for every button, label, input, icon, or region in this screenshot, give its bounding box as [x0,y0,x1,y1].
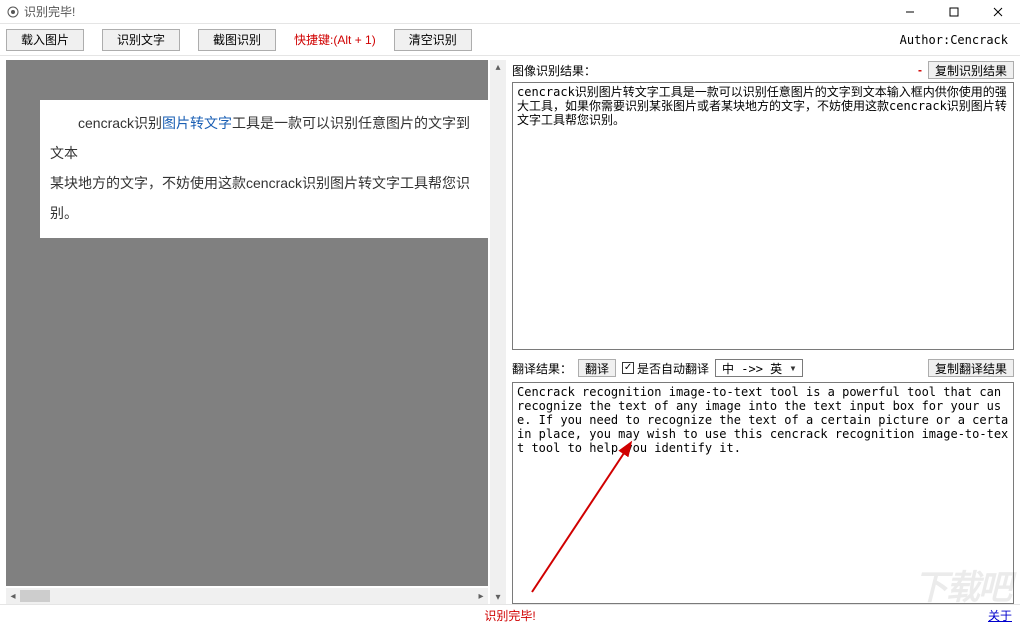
scroll-up-arrow-icon[interactable]: ▴ [490,60,506,74]
minimize-button[interactable] [888,0,932,24]
horizontal-scrollbar[interactable]: ◂ ▸ [6,588,488,604]
statusbar: 识别完毕! 关于 [0,604,1020,625]
screenshot-recognize-button[interactable]: 截图识别 [198,29,276,51]
translation-textarea[interactable] [512,382,1014,604]
clear-recognition-button[interactable]: 清空识别 [394,29,472,51]
scroll-down-arrow-icon[interactable]: ▾ [490,590,506,604]
app-icon [6,5,20,19]
scroll-thumb[interactable] [20,590,50,602]
preview-line2: 某块地方的文字，不妨使用这款cencrack识别图片转文字工具帮您识别。 [50,168,480,228]
translate-direction-value: 中 ->> 英 [722,360,782,377]
preview-line1-link: 图片转文字 [162,115,232,131]
copy-translation-button[interactable]: 复制翻译结果 [928,359,1014,377]
status-message: 识别完毕! [484,607,535,624]
close-button[interactable] [976,0,1020,24]
toolbar: 载入图片 识别文字 截图识别 快捷键:(Alt + 1) 清空识别 Author… [0,24,1020,56]
checkbox-box-icon: ✓ [622,362,634,374]
translation-header: 翻译结果： 翻译 ✓ 是否自动翻译 中 ->> 英 ▾ 复制翻译结果 [512,358,1014,378]
author-label: Author:Cencrack [900,33,1008,47]
image-viewport[interactable]: cencrack识别图片转文字工具是一款可以识别任意图片的文字到文本 某块地方的… [6,60,488,586]
window-title: 识别完毕! [24,3,75,20]
maximize-button[interactable] [932,0,976,24]
left-pane: cencrack识别图片转文字工具是一款可以识别任意图片的文字到文本 某块地方的… [0,56,490,604]
translate-button[interactable]: 翻译 [578,359,616,377]
image-text-block: cencrack识别图片转文字工具是一款可以识别任意图片的文字到文本 某块地方的… [40,100,488,238]
translate-direction-combo[interactable]: 中 ->> 英 ▾ [715,359,803,377]
window-controls [888,0,1020,24]
chevron-down-icon: ▾ [786,361,800,375]
auto-translate-label: 是否自动翻译 [637,360,709,377]
load-image-button[interactable]: 载入图片 [6,29,84,51]
recognition-textarea[interactable] [512,82,1014,350]
about-link[interactable]: 关于 [988,607,1012,624]
translation-label: 翻译结果： [512,360,572,377]
titlebar: 识别完毕! [0,0,1020,24]
scroll-right-arrow-icon[interactable]: ▸ [474,588,488,604]
main: cencrack识别图片转文字工具是一款可以识别任意图片的文字到文本 某块地方的… [0,56,1020,604]
right-pane: 图像识别结果： - 复制识别结果 翻译结果： 翻译 ✓ 是否自动翻译 中 ->>… [506,56,1020,604]
preview-line1-prefix: cencrack识别 [78,115,162,131]
hotkey-label: 快捷键:(Alt + 1) [294,31,376,48]
copy-recognition-button[interactable]: 复制识别结果 [928,61,1014,79]
scroll-left-arrow-icon[interactable]: ◂ [6,588,20,604]
vertical-scrollbar[interactable]: ▴ ▾ [490,60,506,604]
recognize-text-button[interactable]: 识别文字 [102,29,180,51]
dash-icon: - [918,63,922,77]
recognition-label: 图像识别结果： [512,62,596,79]
auto-translate-checkbox[interactable]: ✓ 是否自动翻译 [622,360,709,377]
recognition-header: 图像识别结果： - 复制识别结果 [512,60,1014,80]
